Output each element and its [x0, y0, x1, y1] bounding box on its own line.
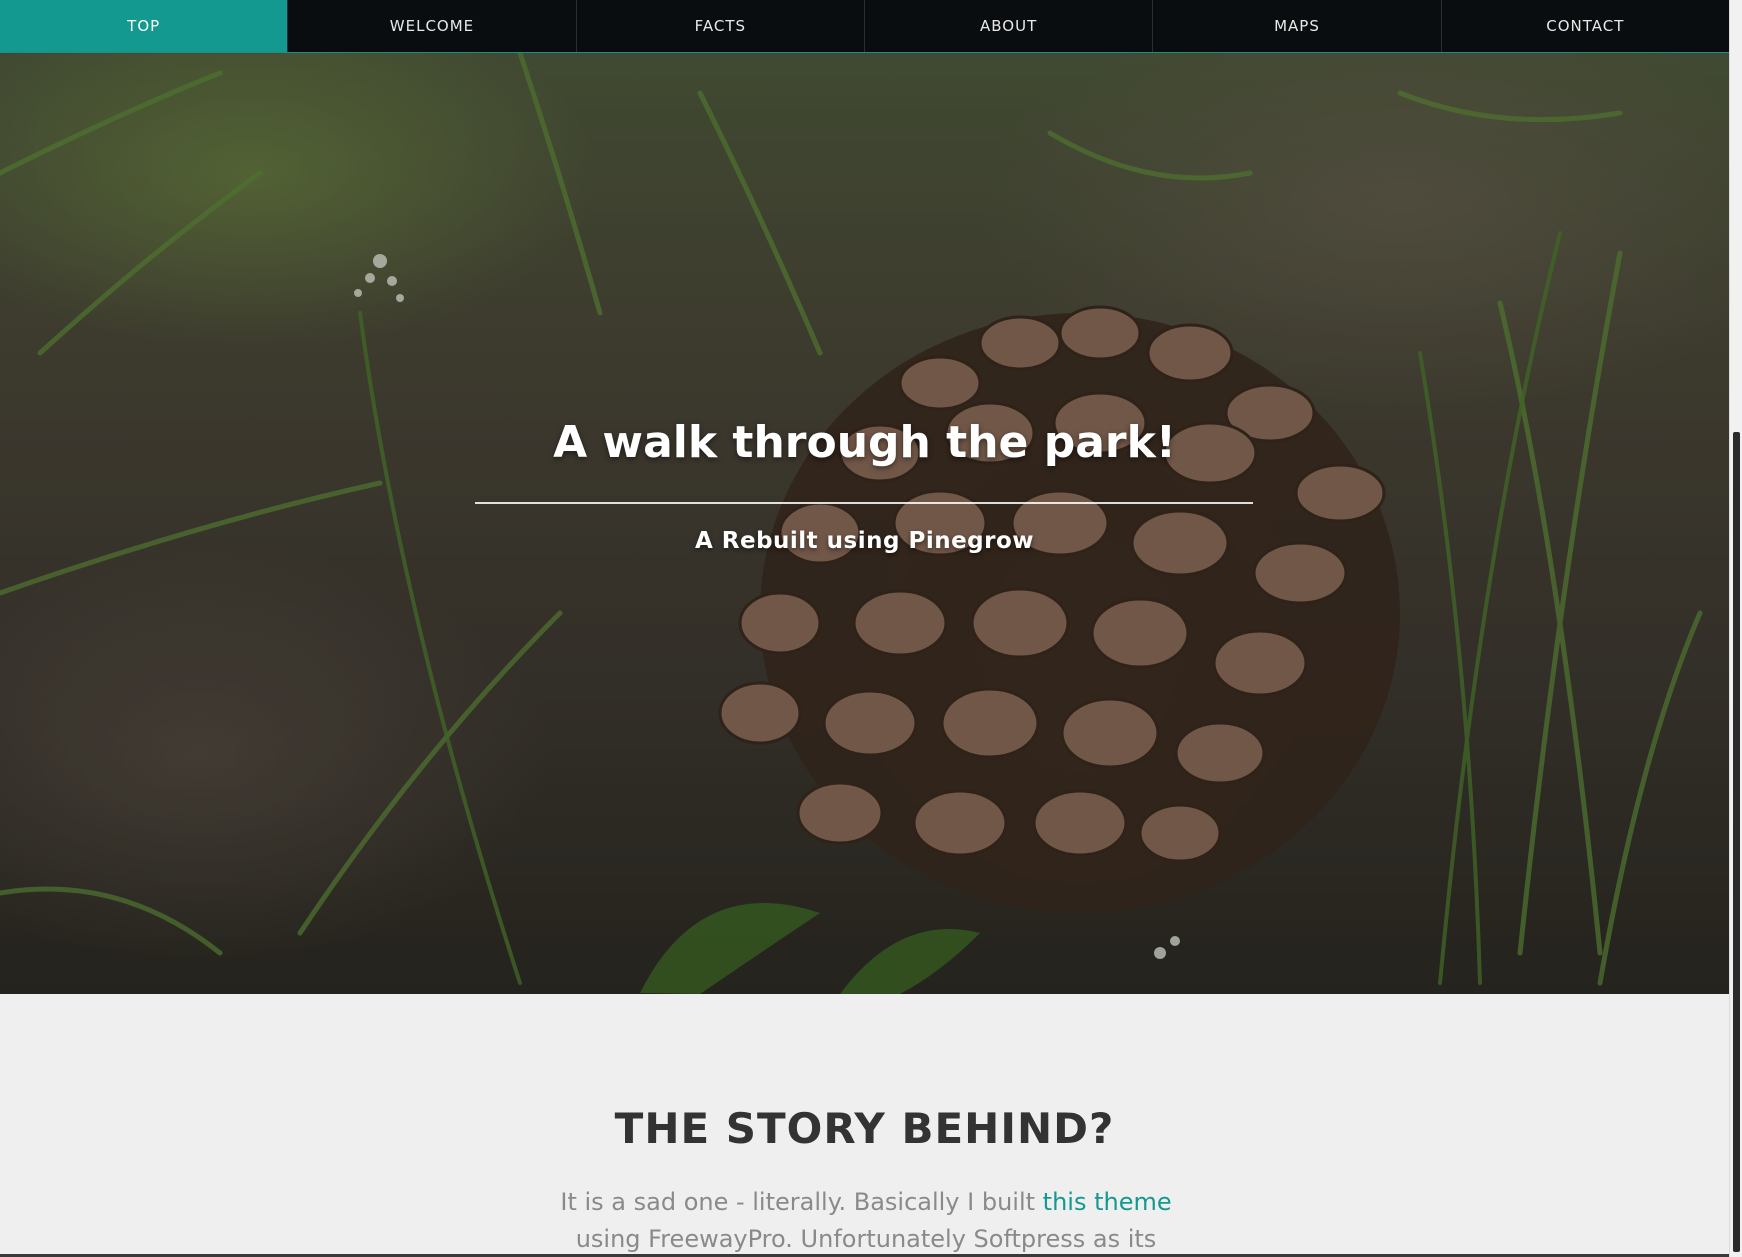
hero-subtitle: A Rebuilt using Pinegrow: [694, 528, 1035, 554]
story-text-part-2: using FreewayPro. Unfortunately Softpres…: [575, 1225, 1157, 1253]
hero-dark-overlay: [0, 53, 1729, 994]
this-theme-link[interactable]: this theme: [1043, 1188, 1172, 1216]
nav-item-top[interactable]: TOP: [0, 0, 289, 52]
hero-title: A walk through the park!: [553, 417, 1176, 468]
story-section: THE STORY BEHIND? It is a sad one - lite…: [0, 994, 1729, 1257]
nav-item-about[interactable]: ABOUT: [865, 0, 1154, 52]
hero-divider: [475, 502, 1253, 504]
nav-item-maps[interactable]: MAPS: [1153, 0, 1442, 52]
nav-item-contact[interactable]: CONTACT: [1442, 0, 1729, 52]
nav-item-facts[interactable]: FACTS: [577, 0, 865, 52]
story-text-part-1: It is a sad one - literally. Basically I…: [560, 1188, 1043, 1216]
story-title: THE STORY BEHIND?: [614, 1104, 1115, 1153]
hero-section: A walk through the park! A Rebuilt using…: [0, 53, 1729, 994]
nav-item-welcome[interactable]: WELCOME: [288, 0, 577, 52]
vertical-scrollbar[interactable]: [1729, 0, 1742, 1257]
scrollbar-thumb[interactable]: [1733, 432, 1740, 1252]
page: TOP WELCOME FACTS ABOUT MAPS CONTACT A w…: [0, 0, 1742, 1257]
story-paragraph: It is a sad one - literally. Basically I…: [536, 1184, 1196, 1257]
top-navigation: TOP WELCOME FACTS ABOUT MAPS CONTACT: [0, 0, 1729, 53]
